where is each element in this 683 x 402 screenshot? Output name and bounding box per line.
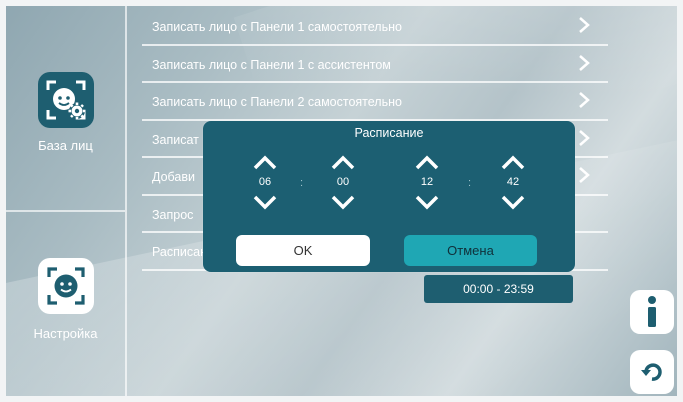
cancel-button[interactable]: Отмена [404, 235, 537, 266]
chevron-right-icon [574, 89, 594, 111]
info-icon [648, 296, 656, 327]
screen: База лиц Настройка Записать лицо с Панел… [0, 0, 683, 402]
chevron-up-icon[interactable] [412, 152, 442, 172]
list-item-label: Записать лицо с Панели 1 самостоятельно [152, 20, 402, 34]
list-item-record-panel1-self[interactable]: Записать лицо с Панели 1 самостоятельно [142, 8, 608, 46]
face-scan-icon [37, 258, 94, 314]
end-minute-spinner: 42 [493, 152, 533, 213]
chevron-right-icon [574, 127, 594, 149]
sidebar-item-face-database[interactable]: База лиц [6, 72, 125, 153]
chevron-right-icon [574, 14, 594, 36]
chevron-right-icon [574, 164, 594, 186]
chevron-up-icon[interactable] [250, 152, 280, 172]
end-hour-value: 12 [420, 176, 434, 188]
start-hour-value: 06 [258, 176, 272, 188]
end-hour-spinner: 12 [407, 152, 447, 213]
time-separator: : [300, 177, 304, 189]
list-item-label: Добави [152, 170, 196, 184]
end-minute-value: 42 [506, 176, 520, 188]
start-minute-value: 00 [336, 176, 350, 188]
chevron-right-icon [574, 52, 594, 74]
sidebar-item-label: Настройка [33, 326, 98, 341]
list-item-label: Записат [152, 132, 199, 147]
sidebar-divider-horizontal [6, 210, 125, 212]
dialog-title: Расписание [354, 126, 424, 140]
schedule-value[interactable]: 00:00 - 23:59 [424, 275, 573, 303]
chevron-down-icon[interactable] [412, 193, 442, 213]
start-minute-spinner: 00 [323, 152, 363, 213]
sidebar-divider [125, 6, 127, 396]
chevron-down-icon[interactable] [498, 193, 528, 213]
chevron-down-icon[interactable] [250, 193, 280, 213]
list-item-label: Записать лицо с Панели 2 самостоятельно [152, 95, 402, 109]
face-settings-icon [37, 72, 94, 128]
sidebar-item-label: База лиц [38, 138, 93, 153]
chevron-up-icon[interactable] [328, 152, 358, 172]
back-button[interactable] [630, 350, 674, 394]
undo-icon [641, 363, 662, 381]
list-item-label: Записать лицо с Панели 1 с ассистентом [152, 57, 391, 72]
ok-button[interactable]: OK [236, 235, 370, 266]
schedule-dialog: Расписание 06 00 12 42 : : OK Отмена [203, 121, 575, 272]
list-item-record-panel2-self[interactable]: Записать лицо с Панели 2 самостоятельно [142, 83, 608, 121]
list-item-label: Запрос [152, 207, 194, 222]
time-separator: : [468, 177, 472, 189]
chevron-down-icon[interactable] [328, 193, 358, 213]
list-item-record-panel1-assistant[interactable]: Записать лицо с Панели 1 с ассистентом [142, 46, 608, 83]
chevron-up-icon[interactable] [498, 152, 528, 172]
start-hour-spinner: 06 [245, 152, 285, 213]
sidebar-item-settings[interactable]: Настройка [6, 258, 125, 341]
info-button[interactable] [630, 290, 674, 334]
